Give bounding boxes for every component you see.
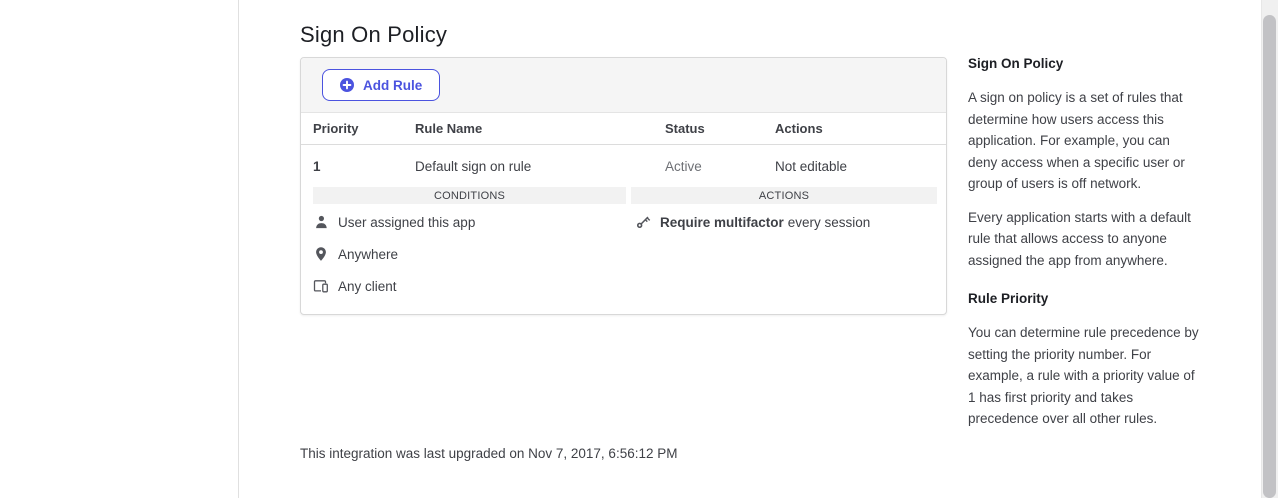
vertical-scrollbar-track[interactable] — [1261, 0, 1278, 498]
help-heading-rule-priority: Rule Priority — [968, 291, 1201, 306]
sign-on-policy-panel: Add Rule Priority Rule Name Status Actio… — [300, 57, 947, 315]
help-sidebar: Sign On Policy A sign on policy is a set… — [968, 56, 1201, 442]
key-icon — [635, 214, 651, 230]
action-text-bold: Require multifactor — [660, 215, 784, 230]
conditions-list: User assigned this app Anywhere — [313, 213, 626, 309]
integration-upgrade-note: This integration was last upgraded on No… — [300, 446, 677, 461]
rule-detail-section-bands: CONDITIONS ACTIONS — [301, 187, 946, 204]
add-rule-button[interactable]: Add Rule — [322, 69, 440, 101]
rule-status-value: Active — [665, 159, 775, 174]
add-rule-label: Add Rule — [363, 78, 422, 93]
help-heading-sign-on-policy: Sign On Policy — [968, 56, 1201, 71]
action-item-multifactor: Require multifactor every session — [635, 213, 937, 231]
rule-table-row: 1 Default sign on rule Active Not editab… — [301, 145, 946, 187]
column-header-actions: Actions — [775, 121, 946, 136]
plus-circle-icon — [340, 78, 354, 92]
rules-table-header: Priority Rule Name Status Actions — [301, 113, 946, 145]
page-title: Sign On Policy — [300, 22, 447, 48]
column-header-status: Status — [665, 121, 775, 136]
action-text-rest: every session — [788, 215, 871, 230]
rule-detail-columns: User assigned this app Anywhere — [301, 204, 946, 309]
condition-item-location: Anywhere — [313, 245, 626, 263]
condition-text: Any client — [338, 279, 397, 294]
condition-item-user: User assigned this app — [313, 213, 626, 231]
condition-text: User assigned this app — [338, 215, 475, 230]
condition-text: Anywhere — [338, 247, 398, 262]
app-window: Sign On Policy Add Rule Priority Rule Na… — [0, 0, 1278, 498]
rule-actions-value: Not editable — [775, 159, 946, 174]
rule-name-value: Default sign on rule — [415, 159, 665, 174]
conditions-section-label: CONDITIONS — [313, 187, 626, 204]
help-paragraph: Every application starts with a default … — [968, 207, 1201, 272]
location-pin-icon — [313, 246, 329, 262]
vertical-scrollbar-thumb[interactable] — [1263, 15, 1276, 498]
actions-section-label: ACTIONS — [631, 187, 937, 204]
help-paragraph: You can determine rule precedence by set… — [968, 322, 1201, 430]
column-header-priority: Priority — [301, 121, 415, 136]
user-icon — [313, 214, 329, 230]
content-left-divider — [238, 0, 239, 498]
device-icon — [313, 278, 329, 294]
help-paragraph: A sign on policy is a set of rules that … — [968, 87, 1201, 195]
policy-toolbar: Add Rule — [301, 58, 946, 113]
column-header-rule-name: Rule Name — [415, 121, 665, 136]
rule-priority-value: 1 — [301, 159, 415, 174]
condition-item-client: Any client — [313, 277, 626, 295]
actions-list: Require multifactor every session — [631, 213, 937, 309]
